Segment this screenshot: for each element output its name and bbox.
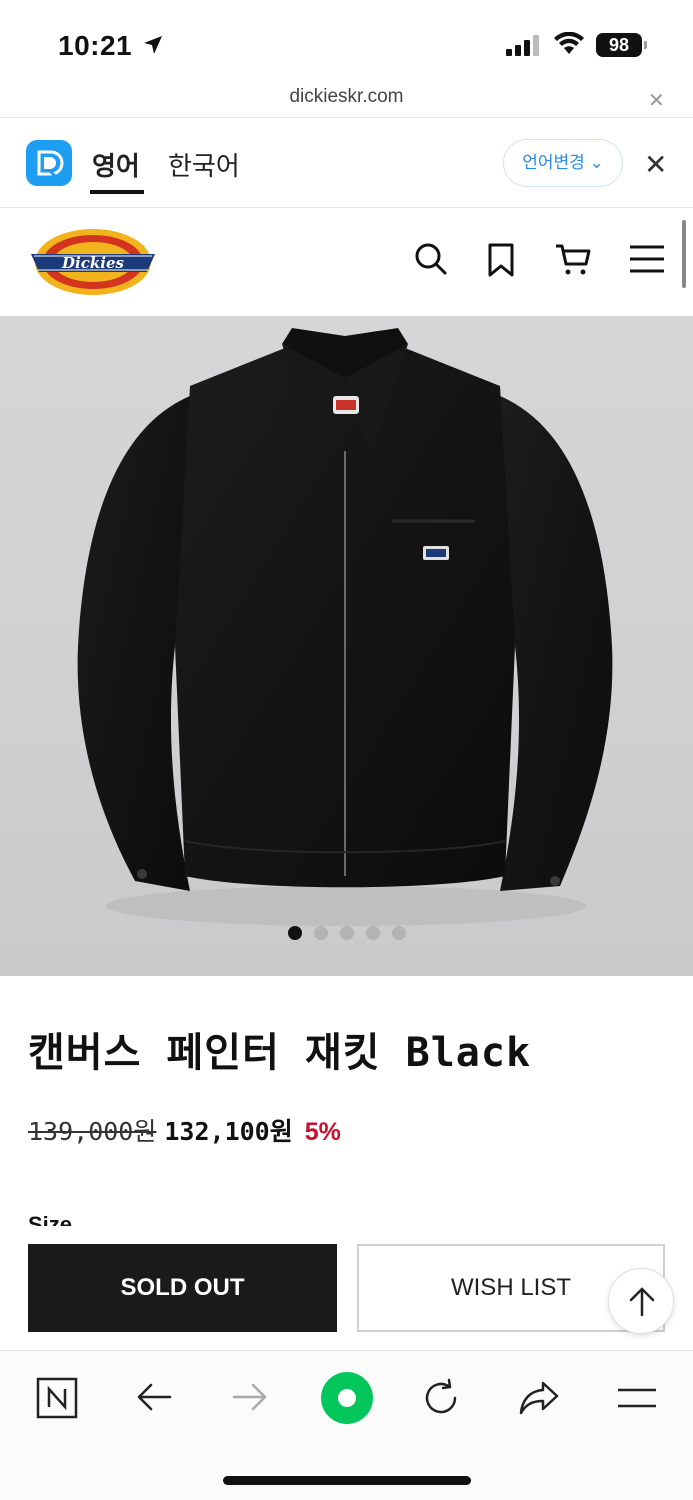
- change-language-label: 언어변경: [522, 153, 585, 172]
- search-icon[interactable]: [414, 242, 448, 276]
- jacket-image: [77, 328, 613, 926]
- menu-icon[interactable]: [628, 242, 666, 276]
- signal-icon: [506, 35, 539, 56]
- original-price: 139,000원: [28, 1117, 157, 1146]
- cart-icon[interactable]: [554, 242, 592, 278]
- scroll-top-button[interactable]: [608, 1268, 674, 1334]
- home-indicator[interactable]: [223, 1476, 471, 1485]
- carousel-dot[interactable]: [339, 926, 354, 940]
- price-row: 139,000원 132,100원 5%: [28, 1112, 341, 1148]
- close-translate-icon[interactable]: ✕: [644, 148, 667, 181]
- brand-text: Dickies: [61, 254, 124, 272]
- discount-badge: 5%: [304, 1118, 341, 1146]
- naver-icon[interactable]: [36, 1377, 78, 1419]
- product-image-carousel[interactable]: [0, 316, 693, 976]
- green-dot-icon[interactable]: [320, 1371, 374, 1425]
- carousel-dot[interactable]: [391, 926, 406, 940]
- url-text[interactable]: dickieskr.com: [0, 86, 693, 108]
- battery-level: 98: [596, 33, 642, 57]
- forward-icon[interactable]: [230, 1377, 270, 1417]
- bookmark-icon[interactable]: [486, 242, 516, 278]
- status-time: 10:21: [58, 30, 133, 61]
- reload-icon[interactable]: [420, 1377, 462, 1419]
- product-title: 캔버스 페인터 재킷 Black: [28, 1030, 532, 1076]
- scroll-top-icon: [629, 1287, 655, 1317]
- dickies-logo[interactable]: Dickies: [28, 226, 158, 298]
- sold-out-button[interactable]: SOLD OUT: [28, 1244, 337, 1332]
- size-section-label: Size: [28, 1212, 73, 1226]
- url-close-icon[interactable]: ✕: [648, 88, 665, 113]
- chevron-down-icon: ⌄: [589, 153, 604, 172]
- wifi-icon: [554, 32, 584, 54]
- carousel-dots: [0, 926, 693, 945]
- page-scrollbar[interactable]: [682, 220, 686, 288]
- translate-bar: 영어 한국어 언어변경 ⌄ ✕: [0, 118, 693, 208]
- share-icon[interactable]: [517, 1377, 561, 1419]
- location-arrow-icon: [144, 36, 162, 54]
- tab-active-underline: [90, 190, 144, 194]
- status-bar: 10:21 98: [0, 0, 693, 88]
- battery-tip: [644, 41, 647, 49]
- carousel-dot[interactable]: [313, 926, 328, 940]
- hamburger-icon[interactable]: [616, 1377, 658, 1419]
- back-icon[interactable]: [134, 1377, 174, 1417]
- carousel-dot[interactable]: [365, 926, 380, 940]
- papago-icon: [26, 140, 72, 186]
- url-bar[interactable]: dickieskr.com ✕: [0, 78, 693, 118]
- site-header: Dickies: [0, 208, 693, 316]
- sale-price: 132,100원: [164, 1117, 293, 1146]
- change-language-button[interactable]: 언어변경 ⌄: [503, 139, 623, 187]
- carousel-dot[interactable]: [287, 926, 302, 940]
- tab-english[interactable]: 영어: [92, 146, 140, 183]
- tab-korean[interactable]: 한국어: [168, 146, 240, 183]
